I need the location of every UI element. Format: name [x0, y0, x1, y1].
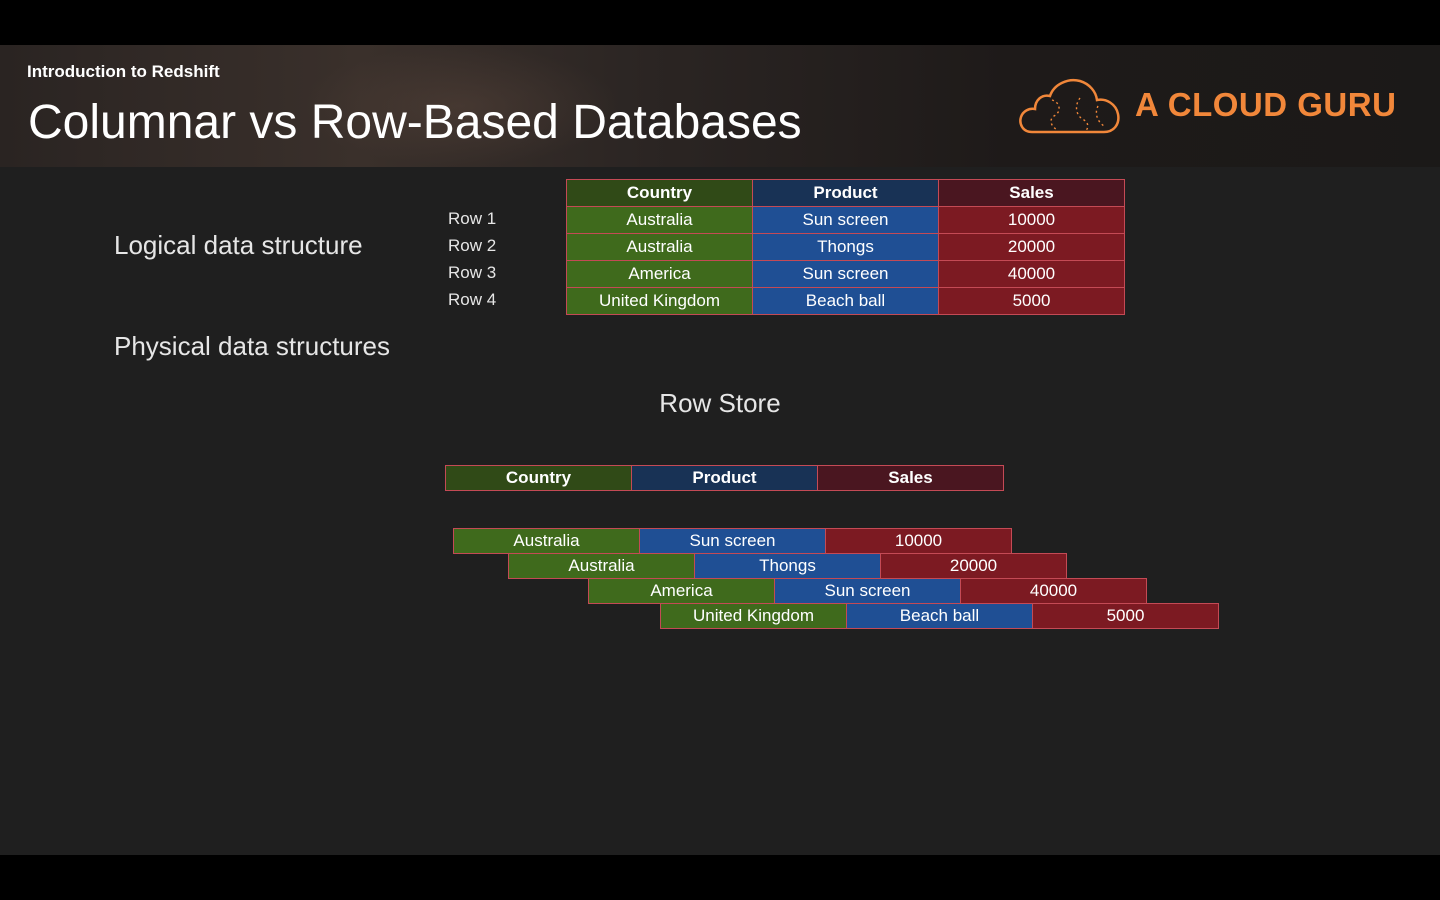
country-cell: Australia — [566, 233, 753, 261]
sales-cell: 20000 — [880, 553, 1067, 579]
product-cell: Sun screen — [774, 578, 961, 604]
country-cell: America — [566, 260, 753, 288]
row-store-header-product: Product — [631, 465, 818, 491]
column-header-sales: Sales — [938, 179, 1125, 207]
product-cell: Sun screen — [752, 260, 939, 288]
sales-cell: 20000 — [938, 233, 1125, 261]
sales-cell: 10000 — [825, 528, 1012, 554]
slide-header: Introduction to Redshift Columnar vs Row… — [0, 45, 1440, 167]
row-label-4: Row 4 — [448, 290, 497, 309]
product-cell: Sun screen — [752, 206, 939, 234]
product-cell: Sun screen — [639, 528, 826, 554]
table-row: Australia Sun screen 10000 — [566, 206, 1125, 234]
row-store-block: Australia Thongs 20000 — [508, 553, 1067, 579]
table-row: United Kingdom Beach ball 5000 — [566, 287, 1125, 315]
physical-structure-label: Physical data structures — [114, 331, 391, 361]
row-label-3: Row 3 — [448, 263, 497, 282]
product-cell: Thongs — [752, 233, 939, 261]
product-cell: Beach ball — [846, 603, 1033, 629]
row-store-block: United Kingdom Beach ball 5000 — [660, 603, 1219, 629]
country-cell: Australia — [508, 553, 695, 579]
row-store-block: America Sun screen 40000 — [588, 578, 1147, 604]
cloud-icon — [1019, 79, 1120, 134]
row-store-title: Row Store — [659, 388, 781, 418]
row-store-header-sales: Sales — [817, 465, 1004, 491]
country-cell: Australia — [453, 528, 640, 554]
product-cell: Beach ball — [752, 287, 939, 315]
sales-cell: 10000 — [938, 206, 1125, 234]
brand-name: A CLOUD GURU — [1135, 86, 1397, 123]
row-store-block: Australia Sun screen 10000 — [453, 528, 1012, 554]
country-cell: United Kingdom — [660, 603, 847, 629]
table-row: Australia Thongs 20000 — [566, 233, 1125, 261]
country-cell: Australia — [566, 206, 753, 234]
table-row: America Sun screen 40000 — [566, 260, 1125, 288]
row-store-header: Country Product Sales — [445, 465, 1004, 491]
letterbox-bottom — [0, 855, 1440, 900]
product-cell: Thongs — [694, 553, 881, 579]
country-cell: America — [588, 578, 775, 604]
row-label-1: Row 1 — [448, 209, 497, 228]
country-cell: United Kingdom — [566, 287, 753, 315]
logical-table: Country Product Sales Australia Sun scre… — [566, 179, 1125, 315]
sales-cell: 40000 — [960, 578, 1147, 604]
column-header-country: Country — [566, 179, 753, 207]
sales-cell: 5000 — [1032, 603, 1219, 629]
row-store-header-country: Country — [445, 465, 632, 491]
course-subtitle: Introduction to Redshift — [27, 62, 220, 81]
row-label-2: Row 2 — [448, 236, 497, 255]
letterbox-top — [0, 0, 1440, 45]
slide-title: Columnar vs Row-Based Databases — [28, 96, 802, 149]
column-header-product: Product — [752, 179, 939, 207]
sales-cell: 5000 — [938, 287, 1125, 315]
logical-structure-label: Logical data structure — [114, 230, 363, 260]
sales-cell: 40000 — [938, 260, 1125, 288]
table-header-row: Country Product Sales — [566, 179, 1125, 207]
slide: Introduction to Redshift Columnar vs Row… — [0, 45, 1440, 855]
brand-logo: A CLOUD GURU — [1018, 76, 1398, 136]
